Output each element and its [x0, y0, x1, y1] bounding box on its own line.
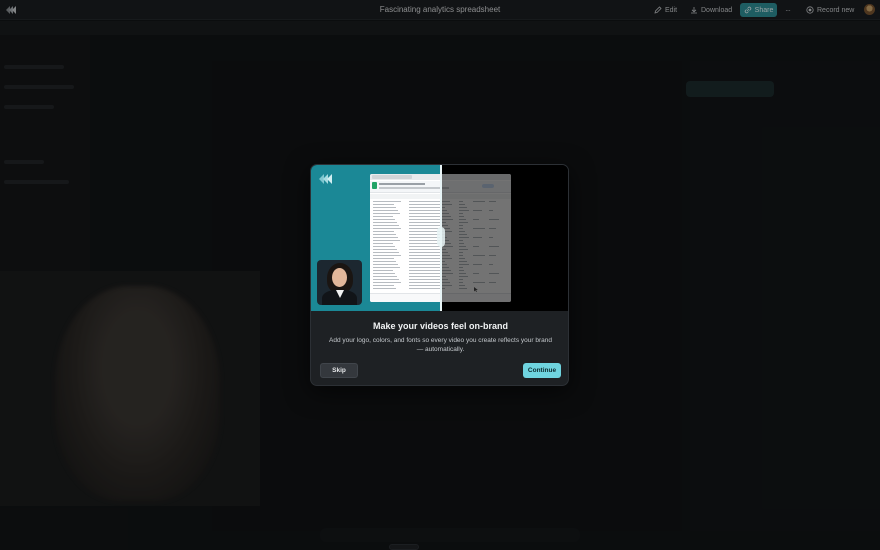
- sheet-cell: [373, 207, 396, 208]
- sheet-cell: [373, 234, 396, 235]
- sheets-icon: [372, 182, 377, 189]
- sheet-cell: [373, 204, 394, 205]
- sheet-cell: [373, 201, 401, 202]
- branding-modal: Make your videos feel on-brand Add your …: [310, 164, 569, 386]
- sheet-cell: [373, 225, 399, 226]
- sheet-cell: [373, 252, 399, 253]
- sheet-cell: [373, 282, 401, 283]
- hero-unbranded-side: [441, 165, 568, 311]
- divider-handle: [437, 227, 445, 247]
- sheet-cell: [373, 249, 397, 250]
- sheet-cell: [373, 270, 393, 271]
- sheet-cell: [373, 213, 400, 214]
- modal-title: Make your videos feel on-brand: [372, 321, 509, 331]
- sheet-menu-placeholder: [379, 187, 449, 189]
- sheet-cell: [373, 288, 396, 289]
- sheet-cell: [373, 222, 397, 223]
- sheet-cell: [373, 267, 400, 268]
- sheet-cell: [373, 243, 393, 244]
- sheet-cell: [373, 216, 393, 217]
- sheet-cell: [373, 255, 401, 256]
- mouse-cursor-icon: [474, 287, 478, 292]
- sheet-cell: [373, 210, 398, 211]
- brand-logo-icon: [319, 174, 332, 184]
- sheet-cell: [373, 246, 395, 247]
- modal-description: Add your logo, colors, and fonts so ever…: [329, 337, 552, 353]
- app-window: Fascinating analytics spreadsheet Edit D…: [0, 0, 880, 550]
- sheet-cell: [373, 231, 394, 232]
- modal-hero-image: [311, 165, 568, 311]
- sheet-cell: [373, 264, 398, 265]
- sheet-cell: [373, 240, 400, 241]
- sheet-title-placeholder: [379, 183, 425, 185]
- sheet-cell: [373, 285, 394, 286]
- sheet-cell: [373, 219, 395, 220]
- continue-button[interactable]: Continue: [523, 363, 561, 378]
- sheet-cell: [373, 261, 396, 262]
- sheet-cell: [373, 258, 394, 259]
- sheet-cell: [373, 228, 401, 229]
- sheet-cell: [373, 276, 397, 277]
- presenter-face: [332, 268, 347, 287]
- sheet-cell: [373, 279, 399, 280]
- skip-button[interactable]: Skip: [320, 363, 358, 378]
- sheet-cell: [373, 273, 395, 274]
- sheet-cell: [373, 237, 398, 238]
- browser-tabs: [372, 175, 412, 179]
- webcam-bubble: [317, 260, 362, 305]
